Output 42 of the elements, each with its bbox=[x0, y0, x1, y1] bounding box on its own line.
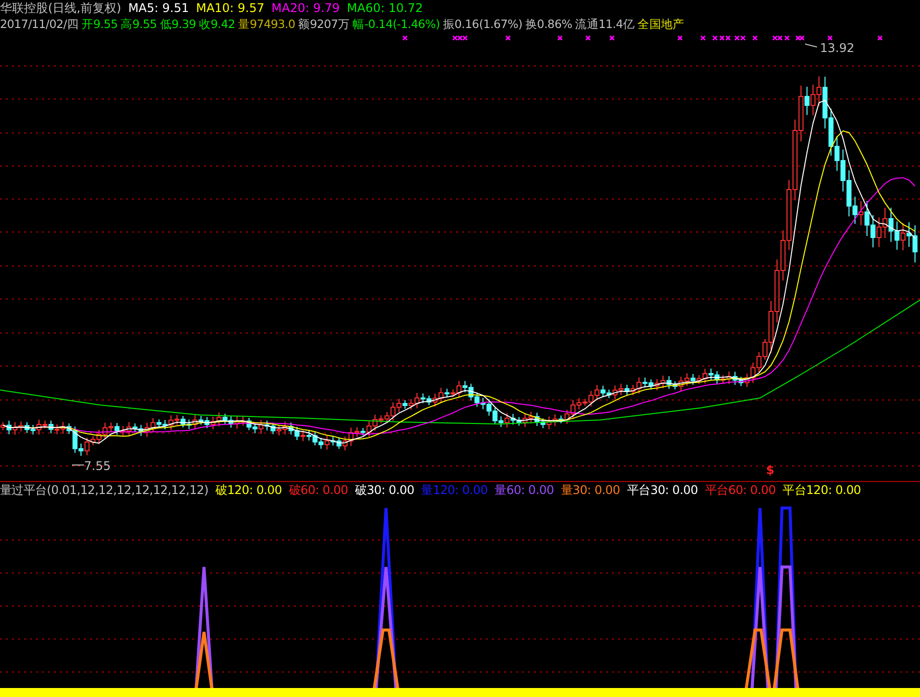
cross-mark-icon bbox=[557, 35, 563, 41]
indicator-value: 平台30: 0.00 bbox=[626, 482, 698, 499]
stock-title: 华联控股(日线,前复权) bbox=[0, 0, 122, 16]
low-price-label: 7.55 bbox=[84, 458, 111, 474]
quote-value: 流通11.4亿 bbox=[575, 16, 635, 32]
cross-mark-icon bbox=[402, 35, 408, 41]
signal-marker: $ bbox=[766, 462, 774, 478]
quote-value: 振0.16(1.67%) bbox=[442, 16, 522, 32]
indicator-value: 平台120: 0.00 bbox=[782, 482, 861, 499]
leader-line bbox=[72, 464, 84, 466]
cross-mark-icon bbox=[677, 35, 683, 41]
cross-mark-icon bbox=[505, 35, 511, 41]
quote-value: 幅-0.14(-1.46%) bbox=[352, 16, 440, 32]
cross-mark-icon bbox=[877, 35, 883, 41]
cross-mark-icon bbox=[609, 35, 615, 41]
quote-value: 换0.86% bbox=[525, 16, 572, 32]
indicator-value: 平台60: 0.00 bbox=[704, 482, 776, 499]
ma-value: MA60: 10.72 bbox=[346, 0, 423, 16]
ma-value: MA10: 9.57 bbox=[196, 0, 264, 16]
indicator-title: 量过平台(0.01,12,12,12,12,12,12,12) bbox=[0, 482, 208, 499]
indicator-value: 量60: 0.00 bbox=[494, 482, 554, 499]
quote-value: 量97493.0 bbox=[238, 16, 296, 32]
quote-value: 2017/11/02/四 bbox=[0, 16, 79, 32]
quote-value: 全国地产 bbox=[638, 16, 684, 32]
ma-value: MA20: 9.79 bbox=[271, 0, 340, 16]
quote-value: 低9.39 bbox=[160, 16, 196, 32]
quote-value: 收9.42 bbox=[198, 16, 235, 32]
cross-mark-icon bbox=[827, 35, 833, 41]
quote-value: 额9207万 bbox=[298, 16, 350, 32]
leader-line bbox=[804, 44, 818, 48]
indicator-value: 量120: 0.00 bbox=[421, 482, 488, 499]
indicator-value: 量30: 0.00 bbox=[560, 482, 620, 499]
quote-value: 高9.55 bbox=[120, 16, 157, 32]
cross-mark-icon bbox=[752, 35, 758, 41]
cross-mark-icon bbox=[585, 35, 591, 41]
high-price-label: 13.92 bbox=[820, 40, 854, 56]
indicator-value: 破60: 0.00 bbox=[288, 482, 348, 499]
indicator-value: 破30: 0.00 bbox=[355, 482, 414, 499]
ma-value: MA5: 9.51 bbox=[128, 0, 189, 16]
indicator-value: 破120: 0.00 bbox=[215, 482, 282, 499]
cross-mark-icon bbox=[700, 35, 706, 41]
quote-value: 开9.55 bbox=[82, 16, 118, 32]
